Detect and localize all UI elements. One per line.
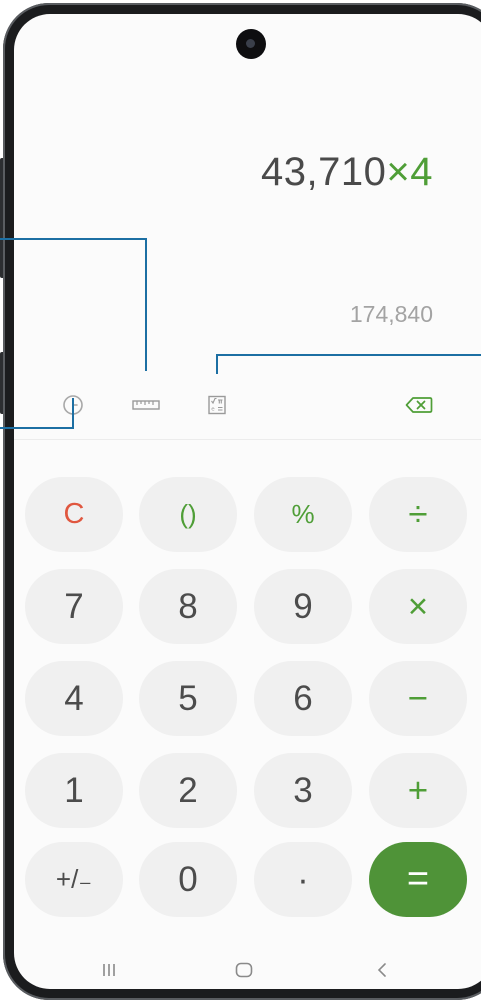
digit-2-button[interactable]: 2 xyxy=(139,753,237,828)
digit-7-button[interactable]: 7 xyxy=(25,569,123,644)
scientific-mode-button[interactable]: e xyxy=(204,392,230,418)
callout-line-ruler-horizontal xyxy=(0,238,146,240)
front-camera xyxy=(236,29,266,59)
back-icon xyxy=(377,963,386,977)
digit-1-button[interactable]: 1 xyxy=(25,753,123,828)
digit-5-button[interactable]: 5 xyxy=(139,661,237,736)
subtract-button[interactable]: − xyxy=(369,661,467,736)
scientific-calculator-icon: e xyxy=(208,395,226,415)
callout-line-history-horizontal xyxy=(0,427,74,429)
callout-line-scientific-vertical xyxy=(216,354,218,374)
expression-number: 43,710 xyxy=(261,150,387,194)
clear-button[interactable]: C xyxy=(25,477,123,552)
digit-8-button[interactable]: 8 xyxy=(139,569,237,644)
display-divider xyxy=(14,439,481,440)
percent-button[interactable]: % xyxy=(254,477,352,552)
digit-0-button[interactable]: 0 xyxy=(139,842,237,917)
callout-line-ruler-vertical xyxy=(145,238,147,371)
ruler-icon xyxy=(132,400,160,410)
callout-line-history-vertical xyxy=(72,398,74,428)
digit-6-button[interactable]: 6 xyxy=(254,661,352,736)
divide-button[interactable]: ÷ xyxy=(369,477,467,552)
add-button[interactable]: + xyxy=(369,753,467,828)
svg-text:e: e xyxy=(211,407,215,413)
digit-3-button[interactable]: 3 xyxy=(254,753,352,828)
digit-4-button[interactable]: 4 xyxy=(25,661,123,736)
calculator-screen: 43,710×4 174,840 e C () % ÷ 7 8 9 × 4 5 … xyxy=(14,14,481,989)
expression-display: 43,710×4 xyxy=(261,150,433,195)
expression-operator: ×4 xyxy=(386,150,433,194)
equals-button[interactable]: = xyxy=(369,842,467,917)
backspace-icon xyxy=(405,397,433,413)
home-icon xyxy=(235,962,253,978)
home-button[interactable] xyxy=(229,958,259,982)
multiply-button[interactable]: × xyxy=(369,569,467,644)
recent-apps-icon xyxy=(103,964,115,976)
unit-converter-button[interactable] xyxy=(131,392,161,418)
plus-minus-button[interactable]: +/₋ xyxy=(25,842,123,917)
power-button xyxy=(0,352,5,414)
volume-button xyxy=(0,158,5,278)
recent-apps-button[interactable] xyxy=(94,958,124,982)
decimal-point-button[interactable]: · xyxy=(254,842,352,917)
backspace-button[interactable] xyxy=(404,392,434,418)
result-preview: 174,840 xyxy=(349,301,433,327)
digit-9-button[interactable]: 9 xyxy=(254,569,352,644)
parentheses-button[interactable]: () xyxy=(139,477,237,552)
back-button[interactable] xyxy=(367,958,397,982)
callout-line-scientific-horizontal xyxy=(216,354,481,356)
